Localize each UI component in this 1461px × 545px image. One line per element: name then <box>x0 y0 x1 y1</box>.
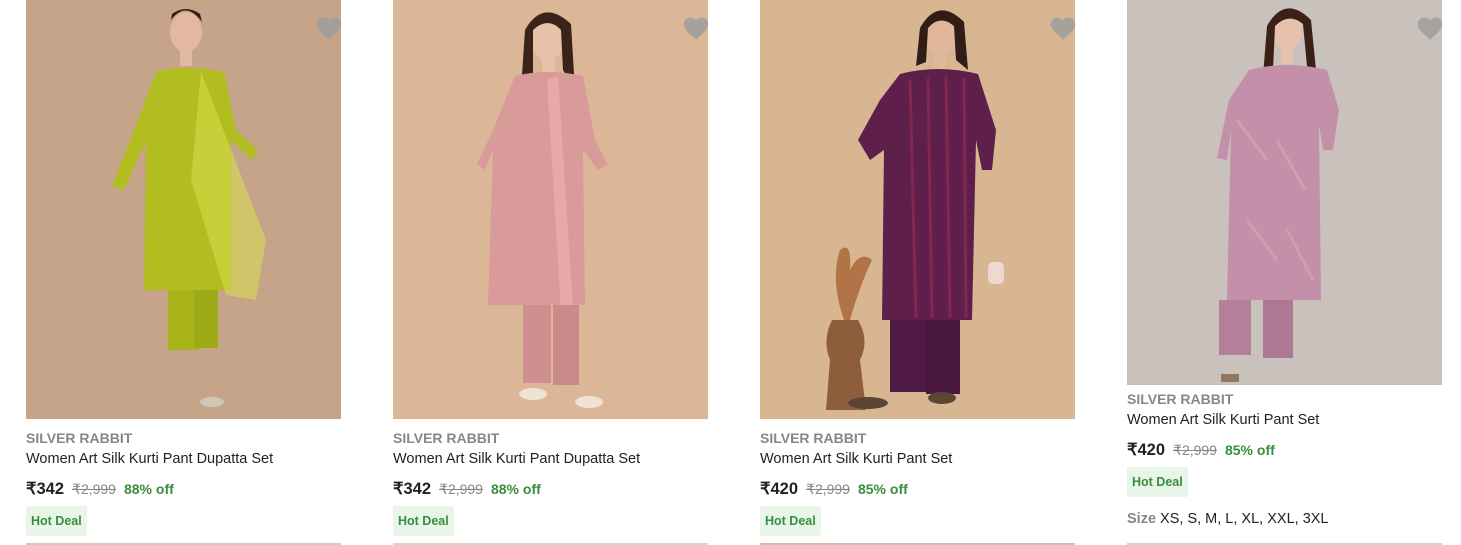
discount-label: 88% off <box>123 481 174 497</box>
price-row: ₹342 ₹2,999 88% off <box>26 478 174 500</box>
discount-label: 85% off <box>1224 442 1275 458</box>
product-card[interactable]: SILVER RABBIT Women Art Silk Kurti Pant … <box>1127 0 1445 545</box>
product-image[interactable] <box>26 0 341 419</box>
size-label: Size <box>1127 511 1157 527</box>
product-title[interactable]: Women Art Silk Kurti Pant Dupatta Set <box>26 451 273 467</box>
product-title[interactable]: Women Art Silk Kurti Pant Set <box>1127 412 1319 428</box>
hot-deal-badge: Hot Deal <box>1127 467 1188 497</box>
selling-price: ₹342 <box>393 480 432 498</box>
price-row: ₹342 ₹2,999 88% off <box>393 478 541 500</box>
product-card[interactable]: SILVER RABBIT Women Art Silk Kurti Pant … <box>393 0 711 545</box>
wishlist-heart-icon[interactable] <box>1048 13 1078 43</box>
product-card[interactable]: SILVER RABBIT Women Art Silk Kurti Pant … <box>760 0 1078 545</box>
product-image[interactable] <box>760 0 1075 419</box>
original-price: ₹2,999 <box>806 480 850 497</box>
wishlist-heart-icon[interactable] <box>314 13 344 43</box>
original-price: ₹2,999 <box>439 480 483 497</box>
selling-price: ₹342 <box>26 480 65 498</box>
discount-label: 88% off <box>490 481 541 497</box>
brand-name: SILVER RABBIT <box>1127 391 1234 407</box>
product-title[interactable]: Women Art Silk Kurti Pant Dupatta Set <box>393 451 640 467</box>
size-list: XS, S, M, L, XL, XXL, 3XL <box>1160 511 1329 527</box>
product-card[interactable]: SILVER RABBIT Women Art Silk Kurti Pant … <box>26 0 344 545</box>
brand-name: SILVER RABBIT <box>760 430 867 446</box>
selling-price: ₹420 <box>760 480 799 498</box>
product-image[interactable] <box>393 0 708 419</box>
product-image[interactable] <box>1127 0 1442 385</box>
hot-deal-badge: Hot Deal <box>760 506 821 536</box>
hot-deal-badge: Hot Deal <box>393 506 454 536</box>
price-row: ₹420 ₹2,999 85% off <box>760 478 908 500</box>
hot-deal-badge: Hot Deal <box>26 506 87 536</box>
size-options[interactable]: Size XS, S, M, L, XL, XXL, 3XL <box>1127 511 1329 527</box>
wishlist-heart-icon[interactable] <box>681 13 711 43</box>
discount-label: 85% off <box>857 481 908 497</box>
price-row: ₹420 ₹2,999 85% off <box>1127 439 1275 461</box>
original-price: ₹2,999 <box>72 480 116 497</box>
product-title[interactable]: Women Art Silk Kurti Pant Set <box>760 451 952 467</box>
brand-name: SILVER RABBIT <box>26 430 133 446</box>
wishlist-heart-icon[interactable] <box>1415 13 1445 43</box>
brand-name: SILVER RABBIT <box>393 430 500 446</box>
original-price: ₹2,999 <box>1173 441 1217 458</box>
selling-price: ₹420 <box>1127 441 1166 459</box>
